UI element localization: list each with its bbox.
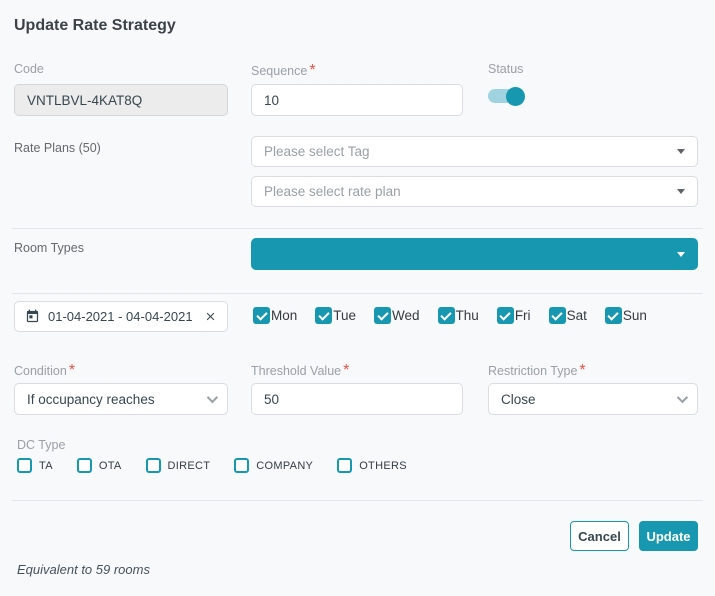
caret-down-icon [677,149,685,154]
checkbox-unchecked-icon [337,458,352,473]
update-button[interactable]: Update [639,521,698,551]
chevron-down-icon [677,392,688,403]
weekday-mon-checkbox[interactable]: Mon [253,307,297,324]
sequence-field[interactable]: 10 [251,84,463,116]
checkbox-checked-icon [549,307,566,324]
dc-others-checkbox[interactable]: OTHERS [337,458,407,473]
rate-plan-select[interactable]: Please select rate plan [251,176,698,207]
section-divider [12,293,703,294]
checkbox-checked-icon [605,307,622,324]
date-range-value: 01-04-2021 - 04-04-2021 [48,309,193,324]
restriction-type-select[interactable]: Close [488,383,698,415]
checkbox-unchecked-icon [17,458,32,473]
checkbox-checked-icon [374,307,391,324]
checkbox-checked-icon [315,307,332,324]
dc-company-checkbox[interactable]: COMPANY [234,458,313,473]
room-types-label: Room Types [14,241,84,255]
clear-date-icon[interactable] [204,310,217,323]
condition-label: Condition* [14,362,75,380]
update-rate-strategy-dialog: Update Rate Strategy Code VNTLBVL-4KAT8Q… [0,0,715,596]
restriction-type-value: Close [501,392,536,407]
weekday-fri-checkbox[interactable]: Fri [497,307,531,324]
dc-ta-checkbox[interactable]: TA [17,458,53,473]
room-types-select[interactable] [251,238,698,270]
chevron-down-icon [207,392,218,403]
sequence-value: 10 [264,93,279,108]
dc-type-label: DC Type [17,438,65,452]
status-toggle[interactable] [488,86,525,106]
code-label: Code [14,62,44,76]
calendar-icon[interactable] [25,309,40,324]
weekday-tue-checkbox[interactable]: Tue [315,307,356,324]
threshold-field[interactable]: 50 [251,383,463,415]
tag-select[interactable]: Please select Tag [251,136,698,167]
date-range-field[interactable]: 01-04-2021 - 04-04-2021 [14,301,228,332]
weekday-checkbox-group: Mon Tue Wed Thu Fri Sat Sun [253,307,647,324]
weekday-wed-checkbox[interactable]: Wed [374,307,420,324]
caret-down-icon [677,189,685,194]
dc-ota-checkbox[interactable]: OTA [77,458,122,473]
section-divider [12,500,703,501]
weekday-thu-checkbox[interactable]: Thu [438,307,479,324]
tag-select-placeholder: Please select Tag [264,144,370,159]
code-value: VNTLBVL-4KAT8Q [27,93,142,108]
toggle-thumb-icon [506,87,525,106]
caret-down-icon [677,252,685,257]
checkbox-checked-icon [438,307,455,324]
checkbox-checked-icon [253,307,270,324]
equivalent-rooms-note: Equivalent to 59 rooms [17,562,150,577]
required-asterisk: * [343,362,349,379]
required-asterisk: * [579,362,585,379]
condition-value: If occupancy reaches [27,392,155,407]
cancel-button[interactable]: Cancel [570,521,629,551]
required-asterisk: * [69,362,75,379]
rate-plan-select-placeholder: Please select rate plan [264,184,401,199]
checkbox-unchecked-icon [234,458,249,473]
weekday-sat-checkbox[interactable]: Sat [549,307,587,324]
restriction-type-label: Restriction Type* [488,362,586,380]
checkbox-unchecked-icon [77,458,92,473]
threshold-value: 50 [264,392,279,407]
condition-select[interactable]: If occupancy reaches [14,383,228,415]
checkbox-unchecked-icon [146,458,161,473]
checkbox-checked-icon [497,307,514,324]
dc-type-checkbox-group: TA OTA DIRECT COMPANY OTHERS [17,458,407,473]
dc-direct-checkbox[interactable]: DIRECT [146,458,211,473]
code-field: VNTLBVL-4KAT8Q [14,84,228,116]
rate-plans-label: Rate Plans (50) [14,141,101,155]
threshold-label: Threshold Value* [251,362,349,380]
page-title: Update Rate Strategy [14,17,176,35]
required-asterisk: * [309,62,315,79]
section-divider [12,228,703,229]
sequence-label: Sequence* [251,62,316,80]
weekday-sun-checkbox[interactable]: Sun [605,307,647,324]
status-label: Status [488,62,523,76]
